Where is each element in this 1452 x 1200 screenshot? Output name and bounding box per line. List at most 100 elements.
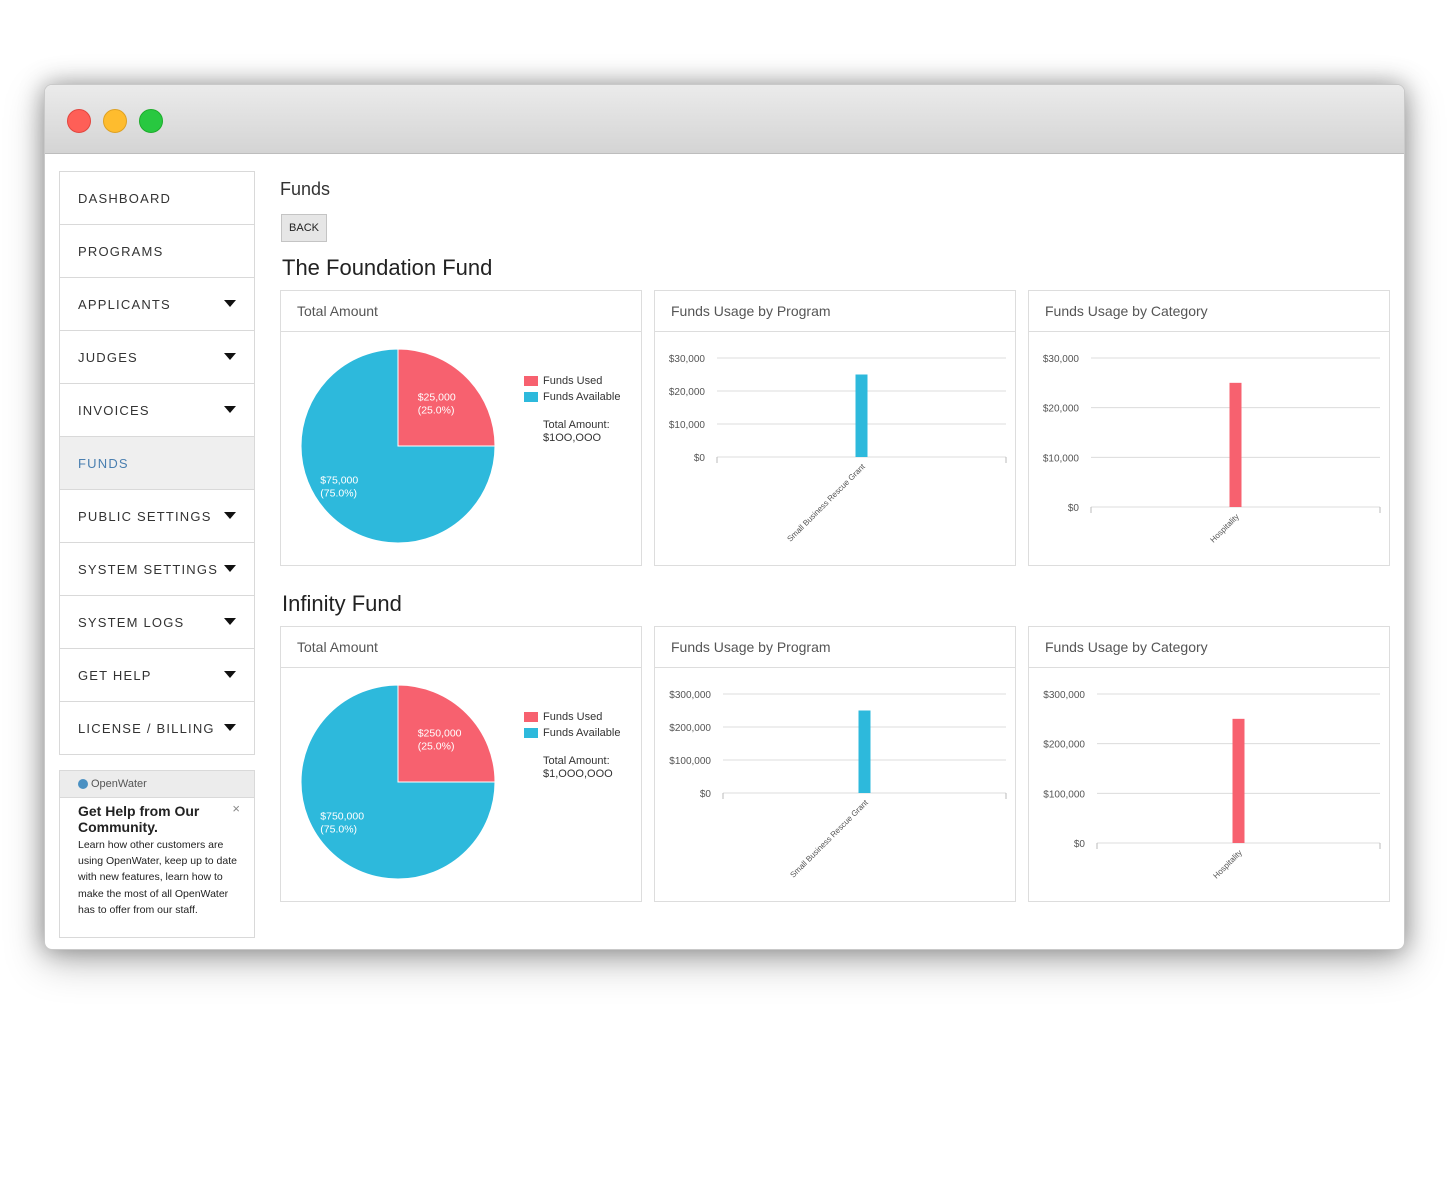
sidebar-item-label: DASHBOARD bbox=[78, 190, 172, 206]
legend-label: Funds Available bbox=[543, 727, 621, 739]
panel-title: Total Amount bbox=[281, 627, 641, 668]
panel-total-amount: Total Amount $250,000 (25.0%) $750,000 (75.… bbox=[280, 626, 642, 902]
back-button[interactable]: BACK bbox=[281, 214, 327, 242]
panel-usage-by-program: Funds Usage by Program $30,000 $20,000 $10… bbox=[654, 290, 1016, 566]
x-tick-label: Hospitality bbox=[1208, 512, 1240, 544]
sidebar-item-invoices[interactable]: INVOICES bbox=[60, 384, 254, 437]
legend-label: Funds Used bbox=[543, 711, 603, 723]
x-tick-label: Hospitality bbox=[1211, 848, 1243, 880]
sidebar-item-judges[interactable]: JUDGES bbox=[60, 331, 254, 384]
total-amount-summary: Total Amount: $1OO,OOO bbox=[543, 419, 610, 445]
panel-usage-by-category: Funds Usage by Category $30,000 $20,000 $1… bbox=[1028, 290, 1390, 566]
legend-swatch-available bbox=[524, 392, 538, 402]
total-amount-summary: Total Amount: $1,OOO,OOO bbox=[543, 755, 613, 781]
total-amount-value: $1,OOO,OOO bbox=[543, 768, 613, 780]
y-tick-label: $200,000 bbox=[1043, 740, 1085, 751]
sidebar-item-label: INVOICES bbox=[78, 402, 150, 418]
browser-window: DASHBOARD PROGRAMS APPLICANTS JUDGES INV… bbox=[44, 84, 1405, 950]
pie-chart: $250,000(25.0%) $750,000(75.0%) bbox=[300, 684, 496, 880]
sidebar-item-funds[interactable]: FUNDS bbox=[60, 437, 254, 490]
pie-data-label: $250,000 bbox=[418, 727, 462, 739]
help-widget-header: OpenWater bbox=[60, 771, 254, 798]
openwater-logo-icon bbox=[78, 779, 88, 789]
y-tick-label: $300,000 bbox=[1043, 690, 1085, 701]
caret-down-icon bbox=[224, 406, 236, 413]
sidebar-nav: DASHBOARD PROGRAMS APPLICANTS JUDGES INV… bbox=[59, 171, 255, 755]
sidebar-item-programs[interactable]: PROGRAMS bbox=[60, 225, 254, 278]
y-tick-label: $20,000 bbox=[1043, 404, 1080, 415]
sidebar-item-license-billing[interactable]: LICENSE / BILLING bbox=[60, 702, 254, 754]
legend-label: Funds Available bbox=[543, 391, 621, 403]
caret-down-icon bbox=[224, 671, 236, 678]
bar-chart: $300,000 $200,000 $100,000 $0 Hospitality bbox=[1043, 690, 1381, 881]
x-tick-label: Small Business Rescue Grant bbox=[788, 798, 870, 880]
sidebar-item-label: APPLICANTS bbox=[78, 296, 171, 312]
y-tick-label: $30,000 bbox=[1043, 354, 1080, 365]
close-icon[interactable]: × bbox=[232, 801, 240, 816]
caret-down-icon bbox=[224, 512, 236, 519]
bar-chart: $300,000 $200,000 $100,000 $0 Small Business… bbox=[669, 690, 1007, 880]
sidebar-item-applicants[interactable]: APPLICANTS bbox=[60, 278, 254, 331]
bar-chart: $30,000 $20,000 $10,000 $0 Hospitality bbox=[1043, 354, 1381, 545]
sidebar-item-system-settings[interactable]: SYSTEM SETTINGS bbox=[60, 543, 254, 596]
pie-chart: $25,000(25.0%) $75,000(75.0%) bbox=[300, 348, 496, 544]
help-brand: OpenWater bbox=[91, 778, 147, 790]
sidebar-item-public-settings[interactable]: PUBLIC SETTINGS bbox=[60, 490, 254, 543]
y-tick-label: $0 bbox=[1074, 839, 1086, 850]
bar bbox=[1232, 718, 1245, 843]
chart-legend: Funds Used Funds Available bbox=[524, 709, 620, 741]
y-tick-label: $100,000 bbox=[1043, 789, 1085, 800]
bar bbox=[855, 374, 868, 457]
y-tick-label: $20,000 bbox=[669, 387, 706, 398]
help-title: Get Help from Our Community. bbox=[78, 803, 200, 835]
bar bbox=[858, 710, 871, 793]
y-tick-label: $0 bbox=[700, 789, 712, 800]
pie-data-label: $25,000 bbox=[418, 391, 456, 403]
y-tick-label: $0 bbox=[694, 453, 706, 464]
y-tick-label: $10,000 bbox=[669, 420, 706, 431]
fund-title: The Foundation Fund bbox=[282, 255, 493, 280]
legend-swatch-available bbox=[524, 728, 538, 738]
panel-usage-by-category: Funds Usage by Category $300,000 $200,000… bbox=[1028, 626, 1390, 902]
sidebar-item-label: FUNDS bbox=[78, 455, 129, 471]
pie-data-label: $750,000 bbox=[320, 811, 364, 823]
y-tick-label: $100,000 bbox=[669, 756, 711, 767]
legend-swatch-used bbox=[524, 376, 538, 386]
caret-down-icon bbox=[224, 353, 236, 360]
y-tick-label: $10,000 bbox=[1043, 453, 1080, 464]
chart-legend: Funds Used Funds Available bbox=[524, 373, 620, 405]
total-amount-label: Total Amount: bbox=[543, 755, 610, 767]
total-amount-label: Total Amount: bbox=[543, 419, 610, 431]
sidebar-item-label: LICENSE / BILLING bbox=[78, 720, 215, 736]
minimize-window-button[interactable] bbox=[103, 109, 127, 133]
bar-chart: $30,000 $20,000 $10,000 $0 Small Business Re… bbox=[669, 354, 1007, 544]
maximize-window-button[interactable] bbox=[139, 109, 163, 133]
pie-data-label: (25.0%) bbox=[418, 740, 455, 752]
pie-data-label: $75,000 bbox=[320, 475, 358, 487]
window-titlebar bbox=[45, 85, 1404, 154]
y-tick-label: $300,000 bbox=[669, 690, 711, 701]
caret-down-icon bbox=[224, 300, 236, 307]
sidebar-item-label: JUDGES bbox=[78, 349, 138, 365]
legend-swatch-used bbox=[524, 712, 538, 722]
pie-data-label: (25.0%) bbox=[418, 404, 455, 416]
sidebar-item-system-logs[interactable]: SYSTEM LOGS bbox=[60, 596, 254, 649]
close-window-button[interactable] bbox=[67, 109, 91, 133]
caret-down-icon bbox=[224, 724, 236, 731]
y-tick-label: $200,000 bbox=[669, 723, 711, 734]
legend-label: Funds Used bbox=[543, 375, 603, 387]
sidebar-item-get-help[interactable]: GET HELP bbox=[60, 649, 254, 702]
pie-data-label: (75.0%) bbox=[320, 824, 357, 836]
help-widget: OpenWater Get Help from Our Community. ×… bbox=[59, 770, 255, 938]
sidebar-item-label: PROGRAMS bbox=[78, 243, 164, 259]
sidebar-item-dashboard[interactable]: DASHBOARD bbox=[60, 172, 254, 225]
pie-data-label: (75.0%) bbox=[320, 488, 357, 500]
sidebar-item-label: SYSTEM LOGS bbox=[78, 614, 185, 630]
panel-title: Funds Usage by Category bbox=[1029, 627, 1389, 668]
sidebar-item-label: SYSTEM SETTINGS bbox=[78, 561, 219, 577]
caret-down-icon bbox=[224, 618, 236, 625]
panel-title: Funds Usage by Program bbox=[655, 627, 1015, 668]
bar bbox=[1229, 382, 1242, 507]
sidebar-item-label: GET HELP bbox=[78, 667, 152, 683]
x-tick-label: Small Business Rescue Grant bbox=[785, 462, 867, 544]
